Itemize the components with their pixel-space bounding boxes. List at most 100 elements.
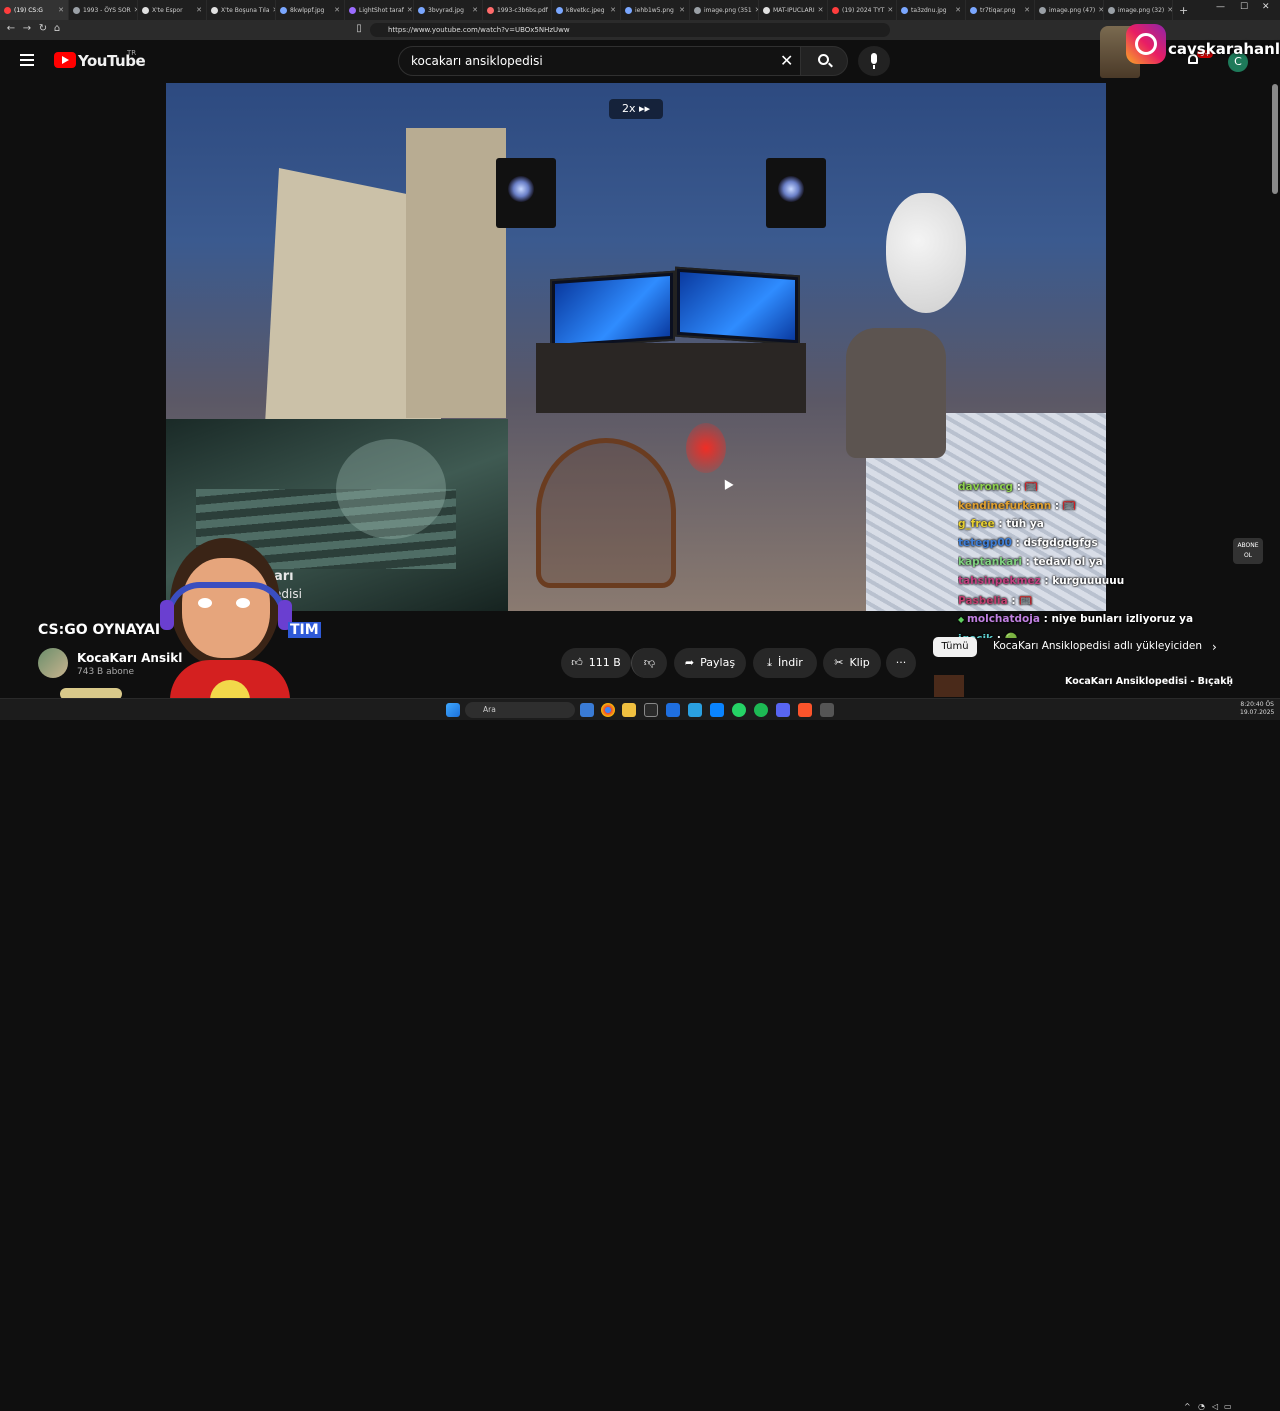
chip-all[interactable]: Tümü (933, 637, 977, 657)
forward-icon[interactable]: → (20, 23, 34, 34)
battery-icon[interactable]: ▭ (1224, 1402, 1232, 1411)
chat-message: Pasbelia : 🥅 (958, 595, 1033, 607)
taskbar-search-input[interactable]: Ara (465, 702, 575, 718)
search-input[interactable]: kocakarı ansiklopedisi (398, 46, 804, 76)
tab-close-icon[interactable]: ✕ (334, 6, 340, 14)
taskbar-clock[interactable]: 8:20:40 ÖS 19.07.2025 (1240, 701, 1274, 717)
network-icon[interactable]: ◔ (1198, 1402, 1205, 1411)
back-icon[interactable]: ← (4, 23, 18, 34)
browser-app-icon[interactable] (666, 703, 680, 717)
inset-scene-face (336, 439, 446, 539)
video-scene-wardrobe (406, 128, 506, 418)
browser-tab[interactable]: (19) 2024 TYT ✕ (828, 0, 897, 20)
browser-tab[interactable]: 1993 - ÖYS SOR✕ (69, 0, 138, 20)
page-scrollbar[interactable] (1272, 84, 1278, 194)
tab-close-icon[interactable]: ✕ (818, 6, 824, 14)
chevron-right-icon[interactable]: › (1212, 640, 1217, 654)
browser-tab[interactable]: image.png (351✕ (690, 0, 759, 20)
browser-tab[interactable]: (19) CS:G ✕ (0, 0, 69, 20)
chat-message: kendinefurkann : 🥅 (958, 500, 1076, 512)
browser-tab[interactable]: X'te Espor ✕ (138, 0, 207, 20)
clip-button[interactable]: ✂ Klip (823, 648, 881, 678)
video-scene-speaker-right (766, 158, 826, 228)
chat-message: tetegp00 : dsfgdgdgfgs (958, 537, 1098, 549)
tab-close-icon[interactable]: ✕ (58, 6, 64, 14)
file-explorer-icon[interactable] (622, 703, 636, 717)
tab-favicon-icon (211, 6, 218, 14)
menu-icon[interactable] (20, 54, 34, 66)
share-button[interactable]: ➦ Paylaş (674, 648, 746, 678)
close-window-icon[interactable]: ✕ (1262, 2, 1270, 12)
video-scene-person (846, 328, 946, 458)
browser-tab[interactable]: image.png (47) ✕ (1035, 0, 1104, 20)
new-tab-icon[interactable]: + (1179, 4, 1188, 17)
reload-icon[interactable]: ↻ (36, 23, 50, 34)
tab-close-icon[interactable]: ✕ (610, 6, 616, 14)
youtube-logo-icon[interactable] (54, 52, 76, 68)
chat-text: kurguuuuuu (1052, 575, 1125, 587)
tab-close-icon[interactable]: ✕ (955, 6, 961, 14)
stream-chat-overlay: davroncg : 🥅 kendinefurkann : 🥅 g_free : t… (958, 458, 1248, 638)
windows-taskbar: Ara ^ ◔ ◁ ▭ (0, 698, 1280, 1411)
tab-close-icon[interactable]: ✕ (407, 6, 413, 14)
store-icon[interactable] (710, 703, 724, 717)
kebab-menu-icon[interactable]: ⋮ (1224, 674, 1236, 688)
playback-speed-indicator: 2x ▸▸ (609, 99, 663, 119)
browser-tab[interactable]: LightShot taraf ✕ (345, 0, 414, 20)
browser-tab-bar: (19) CS:G ✕ 1993 - ÖYS SOR✕X'te Espor✕X'te… (0, 0, 1280, 20)
minimize-icon[interactable]: — (1216, 2, 1225, 12)
browser-tab[interactable]: image.png (32) ✕ (1104, 0, 1173, 20)
volume-icon[interactable]: ◁ (1212, 1402, 1218, 1411)
tab-close-icon[interactable]: ✕ (472, 6, 478, 14)
chat-emote-icon: 🟢 (1005, 633, 1018, 638)
windows-start-icon[interactable] (446, 703, 460, 717)
tab-close-icon[interactable]: ✕ (679, 6, 685, 14)
url-field[interactable]: https://www.youtube.com/watch?v=UBOx5NHz… (370, 23, 890, 37)
browser-tab[interactable]: MAT-IPUCLARI ✕ (759, 0, 828, 20)
tab-close-icon[interactable]: ✕ (887, 6, 893, 14)
app-icon[interactable] (644, 703, 658, 717)
spotify-icon[interactable] (754, 703, 768, 717)
browser-tab[interactable]: iehb1w5.png ✕ (621, 0, 690, 20)
browser-tab[interactable]: 1993-c3b6bs.pdf✕ (483, 0, 552, 20)
chat-username: Pasbelia (958, 595, 1008, 607)
maximize-icon[interactable]: ☐ (1240, 2, 1248, 12)
voice-search-button[interactable] (858, 46, 890, 76)
tab-close-icon[interactable]: ✕ (196, 6, 202, 14)
dislike-button[interactable]: 👎︎ (631, 648, 667, 678)
channel-avatar[interactable] (38, 648, 68, 678)
tab-close-icon[interactable]: ✕ (1167, 6, 1172, 14)
obs-icon[interactable] (820, 703, 834, 717)
like-button[interactable]: 👍︎ 111 B (561, 648, 631, 678)
instagram-handle: cavskarahanli (1168, 40, 1280, 58)
clear-search-icon[interactable]: ✕ (780, 51, 793, 70)
more-actions-button[interactable]: ··· (886, 648, 916, 678)
browser-tab[interactable]: tr7tiqar.png ✕ (966, 0, 1035, 20)
chrome-icon[interactable] (601, 703, 615, 717)
tab-label: LightShot taraf (359, 6, 404, 14)
bookmark-icon[interactable]: ▯ (352, 23, 366, 34)
tab-favicon-icon (763, 6, 770, 14)
related-video-thumbnail[interactable] (934, 675, 964, 697)
related-video-title[interactable]: KocaKarı Ansiklopedisi - Bıçaklı (1065, 676, 1233, 687)
edge-icon[interactable] (580, 703, 594, 717)
tab-label: (19) CS:G (14, 6, 43, 14)
browser-tab[interactable]: 8kwlppf.jpg ✕ (276, 0, 345, 20)
tray-chevron-up-icon[interactable]: ^ (1184, 1402, 1191, 1411)
tab-close-icon[interactable]: ✕ (1024, 6, 1030, 14)
video-title-selection: TIM (288, 622, 321, 638)
like-count: 111 B (588, 656, 621, 669)
browser-tab[interactable]: X'te Boşuna Tıla✕ (207, 0, 276, 20)
browser-tab[interactable]: 3bvyrad.jpg ✕ (414, 0, 483, 20)
channel-name[interactable]: KocaKarı Ansikl (77, 651, 182, 665)
browser-tab[interactable]: k8vetkc.jpeg ✕ (552, 0, 621, 20)
whatsapp-icon[interactable] (732, 703, 746, 717)
download-button[interactable]: ⤓ İndir (753, 648, 817, 678)
search-button[interactable] (800, 46, 848, 76)
browser-tab[interactable]: ta3zdnu.jpg ✕ (897, 0, 966, 20)
home-icon[interactable]: ⌂ (50, 23, 64, 34)
telegram-icon[interactable] (688, 703, 702, 717)
chip-from-uploader[interactable]: KocaKarı Ansiklopedisi adlı yükleyiciden (993, 640, 1202, 652)
brave-icon[interactable] (798, 703, 812, 717)
discord-icon[interactable] (776, 703, 790, 717)
